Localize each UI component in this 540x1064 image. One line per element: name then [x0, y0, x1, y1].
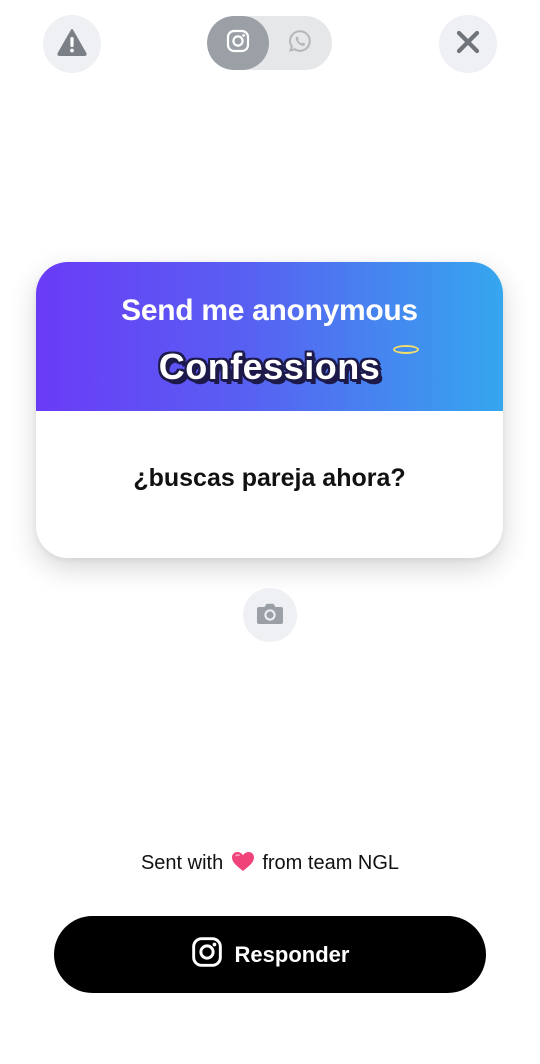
whatsapp-option[interactable]: [269, 16, 331, 70]
footer-suffix: from team NGL: [262, 852, 400, 874]
instagram-option[interactable]: [207, 16, 269, 70]
footer-credit: Sent with from team NGL: [0, 851, 540, 878]
warning-icon: [57, 28, 87, 61]
responder-label: Responder: [234, 941, 350, 967]
card-body: ¿buscas pareja ahora?: [36, 411, 503, 558]
share-platform-toggle[interactable]: [207, 16, 332, 70]
responder-button[interactable]: Responder: [54, 916, 486, 993]
footer-prefix: Sent with: [140, 852, 224, 874]
report-button[interactable]: [43, 15, 101, 73]
instagram-icon: [191, 936, 223, 973]
close-icon: [455, 29, 481, 60]
close-button[interactable]: [439, 15, 497, 73]
confessions-logo-text: Confessions: [158, 346, 381, 387]
question-card: Send me anonymous Confessions ¿buscas pa…: [36, 262, 503, 558]
question-text: ¿buscas pareja ahora?: [133, 464, 406, 492]
card-title: Send me anonymous: [121, 294, 418, 327]
whatsapp-icon: [288, 29, 312, 58]
camera-icon: [256, 601, 284, 630]
card-header: Send me anonymous Confessions: [36, 262, 503, 411]
instagram-icon: [226, 29, 250, 58]
screenshot-button[interactable]: [243, 588, 297, 642]
halo-icon: [393, 345, 419, 354]
heart-icon: [231, 851, 255, 878]
